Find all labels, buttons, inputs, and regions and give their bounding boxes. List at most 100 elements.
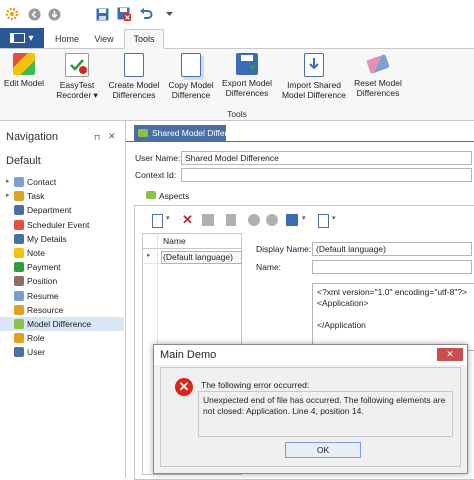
context-id-field[interactable] [181,168,472,182]
sidebar-item-label: Model Difference [27,319,92,329]
save-close-icon[interactable] [116,6,132,22]
navigation-panel: Navigation ⊓ ✕ Default ▸ Contact ▸ Task Depa… [0,121,126,478]
sidebar-item[interactable]: Resume [0,289,124,303]
new-icon[interactable] [152,214,163,228]
refresh-disabled-icon[interactable] [266,214,278,226]
file-menu-button[interactable]: ▾ [0,28,44,48]
export-icon[interactable] [318,214,329,228]
sidebar-item[interactable]: Role [0,331,124,345]
delete-icon[interactable]: ✕ [182,213,194,226]
save-icon[interactable] [94,6,110,22]
save-disabled-icon[interactable] [202,214,214,226]
dialog-title: Main Demo [160,349,217,361]
sidebar-item[interactable]: My Details [0,232,124,246]
expand-arrow-icon[interactable]: ▸ [6,175,10,189]
create-model-differences-button[interactable]: Create Model Differences [106,53,162,100]
dialog-close-button[interactable]: ✕ [437,348,463,361]
sidebar-item[interactable]: Model Difference [0,317,124,331]
sidebar-item-label: Role [27,333,45,344]
sidebar-item-label: Contact [27,177,57,187]
sidebar-item[interactable]: Resource [0,303,124,317]
user-name-field[interactable]: Shared Model Difference [181,151,472,165]
document-tab[interactable]: Shared Model Differe [134,125,226,141]
nav-item-icon [14,248,24,258]
error-icon: ✕ [175,378,193,396]
ribbon-panel: Edit Model EasyTest Recorder ▾ Create Mo… [0,49,474,121]
nav-item-icon [14,333,24,344]
new-dropdown-arrow-icon[interactable]: ▾ [166,214,178,226]
sidebar-item-label: Scheduler Event [27,219,90,230]
easytest-recorder-button[interactable]: EasyTest Recorder ▾ [52,53,102,100]
sidebar-item[interactable]: User [0,345,124,359]
copy-model-difference-button[interactable]: Copy Model Difference [166,53,216,100]
ribbon-group-label: Tools [227,109,247,119]
sidebar-item[interactable]: Note [0,246,124,260]
tab-home[interactable]: Home [50,30,84,48]
nav-item-icon [14,290,24,301]
export-dropdown-arrow-icon[interactable]: ▾ [332,214,344,226]
document-tab-label: Shared Model Differe [152,128,226,138]
export-model-differences-button[interactable]: Export Model Differences [220,53,274,98]
refresh-icon[interactable] [46,6,62,22]
sidebar-item-label: Position [27,276,58,287]
sidebar-item[interactable]: Department [0,203,124,217]
pin-icon[interactable]: ⊓ [94,133,100,142]
reset-model-differences-button[interactable]: Reset Model Differences [352,53,404,98]
new-document-icon [124,53,144,77]
expand-arrow-icon[interactable]: ▸ [6,189,10,203]
sidebar-item-label: Resource [27,304,64,315]
copy-disabled-icon[interactable] [226,214,236,226]
aspects-toolbar: ▾ ✕ ▾ ▾ [144,212,464,230]
nav-item-icon [14,219,24,230]
name-label: Name: [256,262,282,272]
back-icon[interactable] [26,6,42,22]
undo-icon[interactable] [138,6,154,22]
table-row[interactable]: ▸ (Default language) [143,249,242,264]
grid-cell-name: (Default language) [161,251,242,264]
tab-view[interactable]: View [88,30,120,48]
context-id-label: Context Id: [135,170,177,180]
tab-tools[interactable]: Tools [124,29,164,49]
sidebar-item[interactable]: Position [0,274,124,288]
display-name-field[interactable]: (Default language) [312,242,472,256]
dialog-body: ✕ The following error occurred: Unexpect… [160,367,461,467]
export-save-icon [236,53,258,75]
edit-model-button[interactable]: Edit Model [2,53,46,88]
eraser-icon [366,54,390,74]
sidebar-item-label: Resume [27,290,59,301]
save-icon[interactable] [286,214,298,226]
ribbon-tab-bar: ▾ Home View Tools [0,28,474,49]
nav-item-icon [14,347,24,358]
copy-document-icon [181,53,201,77]
navigation-title: Navigation [6,131,58,143]
model-difference-icon [138,129,148,137]
sidebar-item[interactable]: Payment [0,260,124,274]
xml-editor[interactable]: <?xml version="1.0" encoding="utf-8"?> <… [312,283,474,351]
edit-model-icon [13,53,35,75]
gear-icon[interactable] [4,6,20,22]
error-detail: Unexpected end of file has occurred. The… [198,391,453,437]
save-dropdown-arrow-icon[interactable]: ▾ [302,214,314,226]
customize-arrow-icon[interactable] [164,6,174,22]
close-icon[interactable]: ✕ [108,131,116,142]
sidebar-item-label: User [27,347,45,358]
nav-item-icon [14,205,24,216]
sidebar-item[interactable]: ▸ Task [0,189,124,203]
nav-item-icon [14,276,24,287]
ok-button[interactable]: OK [285,442,361,458]
sidebar-item[interactable]: ▸ Contact [0,175,124,189]
name-field[interactable] [312,260,472,274]
import-shared-model-difference-button[interactable]: Import Shared Model Difference [278,53,350,100]
back-disabled-icon[interactable] [248,214,260,226]
user-name-label: User Name: [135,153,181,163]
sidebar-item[interactable]: Scheduler Event [0,218,124,232]
aspects-icon [146,191,156,199]
quick-access-toolbar [0,0,474,28]
sidebar-item-label: Task [27,191,45,202]
error-message: The following error occurred: [201,380,310,390]
import-document-icon [304,53,324,77]
dialog-title-bar: Main Demo ✕ [154,345,467,365]
nav-item-icon [14,304,24,315]
document-tab-underline [126,141,474,142]
sidebar-item-label: Note [27,248,45,258]
